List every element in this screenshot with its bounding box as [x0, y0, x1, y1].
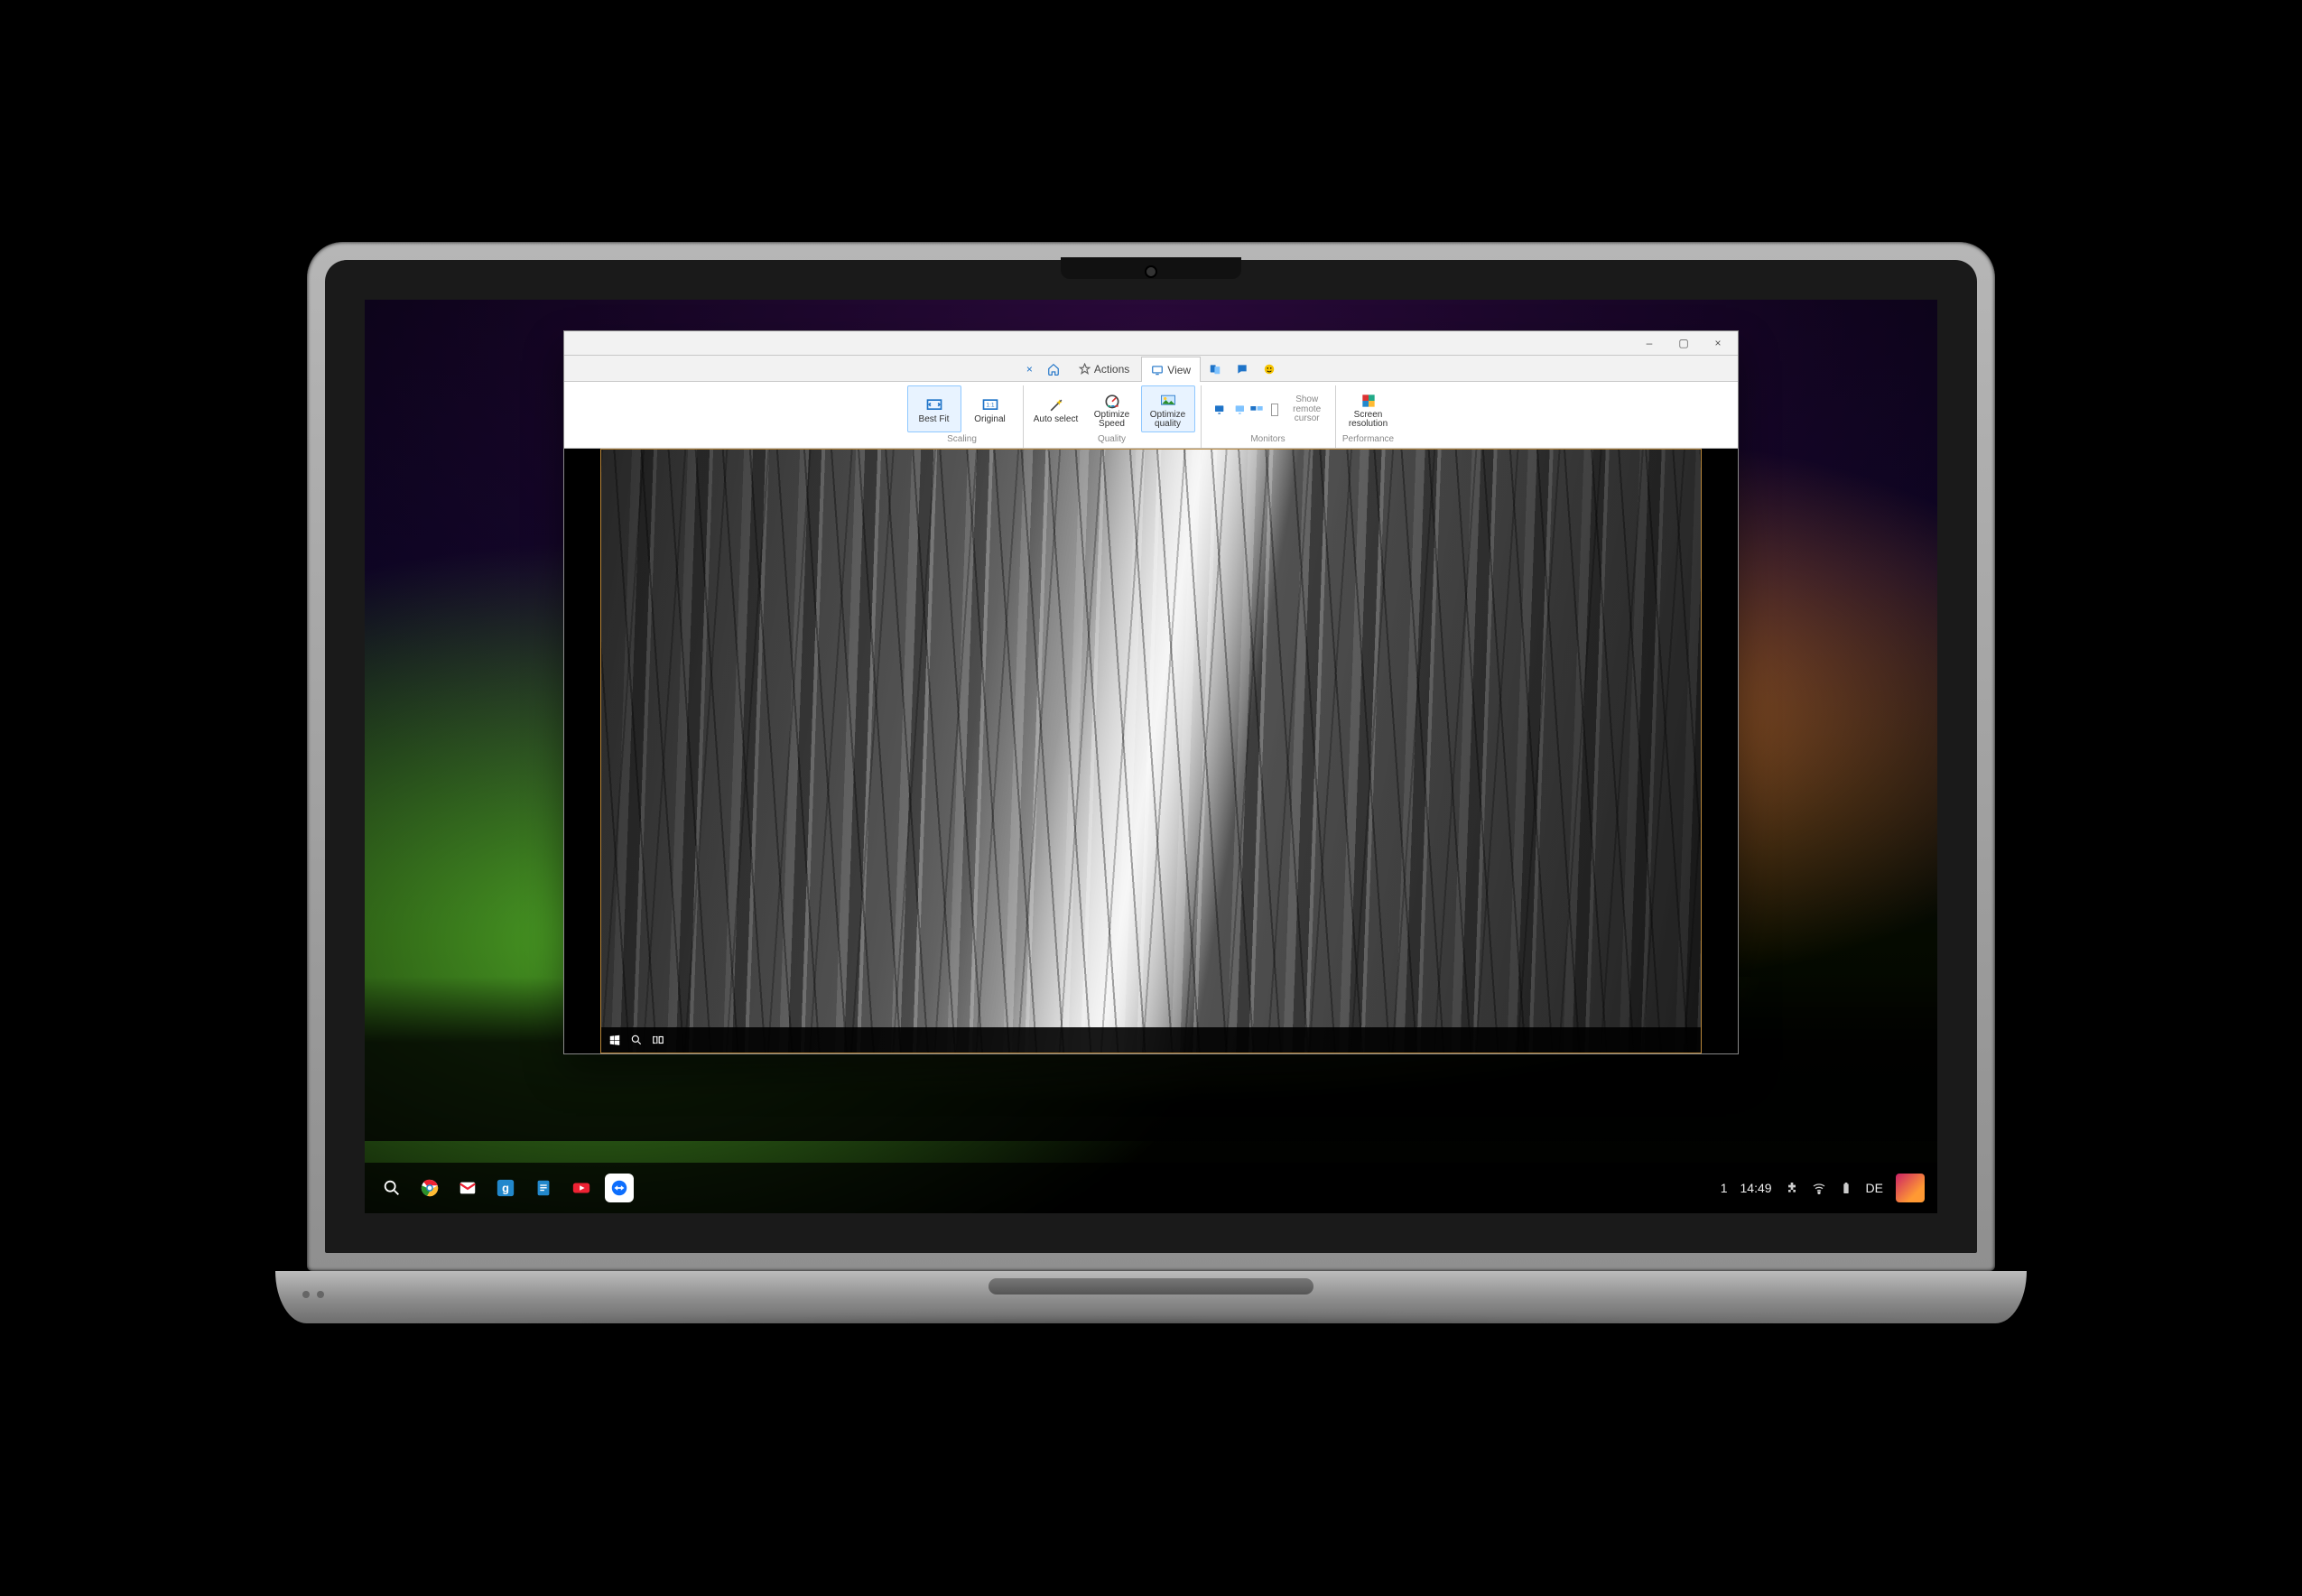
status-tray[interactable]: 1 14:49 DE [1721, 1174, 1925, 1202]
keyboard-locale[interactable]: DE [1866, 1181, 1883, 1195]
chrome-icon [420, 1178, 440, 1198]
window-close-button[interactable]: × [1702, 334, 1734, 352]
laptop-hinge [275, 1271, 2027, 1352]
gmail-icon [458, 1178, 478, 1198]
tab-view-label: View [1167, 364, 1191, 376]
remote-viewport[interactable] [564, 449, 1738, 1053]
windows-taskview-icon[interactable] [652, 1034, 664, 1046]
app-youtube[interactable] [567, 1174, 596, 1202]
speed-icon [1103, 392, 1121, 410]
ribbon-group-quality: Auto select Optimize Speed Optimize qual… [1023, 385, 1201, 448]
actions-icon [1078, 363, 1091, 376]
view-ribbon: Best Fit 1:1 Original Scaling [564, 382, 1738, 449]
original-icon: 1:1 [981, 396, 999, 414]
clock[interactable]: 14:49 [1740, 1181, 1772, 1195]
optimize-quality-label: Optimize quality [1142, 411, 1194, 430]
remote-desktop-wallpaper [600, 449, 1702, 1053]
scaling-group-label: Scaling [947, 434, 977, 448]
windows-search-icon[interactable] [630, 1034, 643, 1046]
svg-text:g: g [502, 1182, 509, 1195]
view-icon [1151, 364, 1164, 376]
original-label: Original [974, 415, 1005, 425]
screen-resolution-label: Screen resolution [1342, 411, 1395, 430]
quality-group-label: Quality [1098, 434, 1126, 448]
close-icon: × [1026, 363, 1033, 376]
chromeos-shelf: g 1 [365, 1163, 1937, 1213]
chat-icon [1236, 363, 1248, 376]
home-tab[interactable] [1041, 356, 1066, 381]
auto-select-button[interactable]: Auto select [1029, 385, 1083, 432]
app-chrome[interactable] [415, 1174, 444, 1202]
ribbon-group-performance: Screen resolution Performance [1335, 385, 1401, 448]
remote-windows-taskbar[interactable] [601, 1027, 1701, 1053]
close-session-tab[interactable]: × [1020, 356, 1039, 381]
wifi-icon[interactable] [1812, 1181, 1826, 1195]
smiley-icon [1263, 363, 1276, 376]
home-icon [1047, 363, 1060, 376]
quality-icon [1159, 392, 1177, 410]
window-maximize-button[interactable]: ▢ [1667, 334, 1700, 352]
launcher-button[interactable] [377, 1174, 406, 1202]
tab-actions-label: Actions [1094, 363, 1129, 376]
original-button[interactable]: 1:1 Original [963, 385, 1017, 432]
performance-group-label: Performance [1342, 434, 1394, 448]
app-google[interactable]: g [491, 1174, 520, 1202]
notification-count[interactable]: 1 [1721, 1181, 1728, 1195]
show-remote-cursor-label: Show remote cursor [1286, 395, 1329, 424]
battery-icon[interactable] [1839, 1181, 1853, 1195]
wand-icon [1047, 396, 1065, 414]
tab-actions[interactable]: Actions [1068, 356, 1139, 381]
best-fit-label: Best Fit [919, 415, 950, 425]
window-titlebar[interactable]: – ▢ × [564, 331, 1738, 356]
monitors-group-label: Monitors [1250, 434, 1285, 448]
auto-select-label: Auto select [1034, 415, 1078, 425]
monitor-a-icon [1213, 403, 1228, 417]
optimize-speed-button[interactable]: Optimize Speed [1085, 385, 1139, 432]
tab-view[interactable]: View [1141, 357, 1201, 382]
docs-icon [534, 1178, 553, 1198]
chromeos-desktop: – ▢ × × [365, 300, 1937, 1213]
screen-resolution-button[interactable]: Screen resolution [1341, 385, 1396, 432]
window-minimize-button[interactable]: – [1633, 334, 1666, 352]
remote-session-window: – ▢ × × [563, 330, 1739, 1054]
app-gmail[interactable] [453, 1174, 482, 1202]
resolution-icon [1360, 392, 1378, 410]
svg-text:1:1: 1:1 [986, 402, 995, 408]
ribbon-group-monitors: Show remote cursor Monitors [1201, 385, 1335, 448]
best-fit-button[interactable]: Best Fit [907, 385, 961, 432]
webcam-notch [1061, 257, 1241, 279]
windows-start-icon[interactable] [608, 1034, 621, 1046]
optimize-quality-button[interactable]: Optimize quality [1141, 385, 1195, 432]
best-fit-icon [925, 396, 943, 414]
search-icon [382, 1178, 402, 1198]
tab-feedback[interactable] [1257, 356, 1282, 381]
google-icon: g [496, 1178, 515, 1198]
user-avatar[interactable] [1896, 1174, 1925, 1202]
monitor-b-icon [1231, 403, 1246, 417]
ribbon-group-scaling: Best Fit 1:1 Original Scaling [902, 385, 1023, 448]
youtube-icon [571, 1178, 591, 1198]
session-tabstrip: × Actions View [564, 356, 1738, 382]
remote-cursor-checkbox[interactable] [1271, 404, 1278, 416]
audio-icon [1209, 363, 1221, 376]
laptop-frame: – ▢ × × [275, 242, 2027, 1352]
tab-chat[interactable] [1230, 356, 1255, 381]
extension-icon[interactable] [1785, 1181, 1799, 1195]
optimize-speed-label: Optimize Speed [1086, 411, 1138, 430]
tab-audio[interactable] [1202, 356, 1228, 381]
monitor-both-icon [1249, 403, 1264, 417]
show-remote-cursor-toggle[interactable]: Show remote cursor [1207, 385, 1330, 432]
teamviewer-icon [609, 1178, 629, 1198]
app-docs[interactable] [529, 1174, 558, 1202]
app-teamviewer[interactable] [605, 1174, 634, 1202]
